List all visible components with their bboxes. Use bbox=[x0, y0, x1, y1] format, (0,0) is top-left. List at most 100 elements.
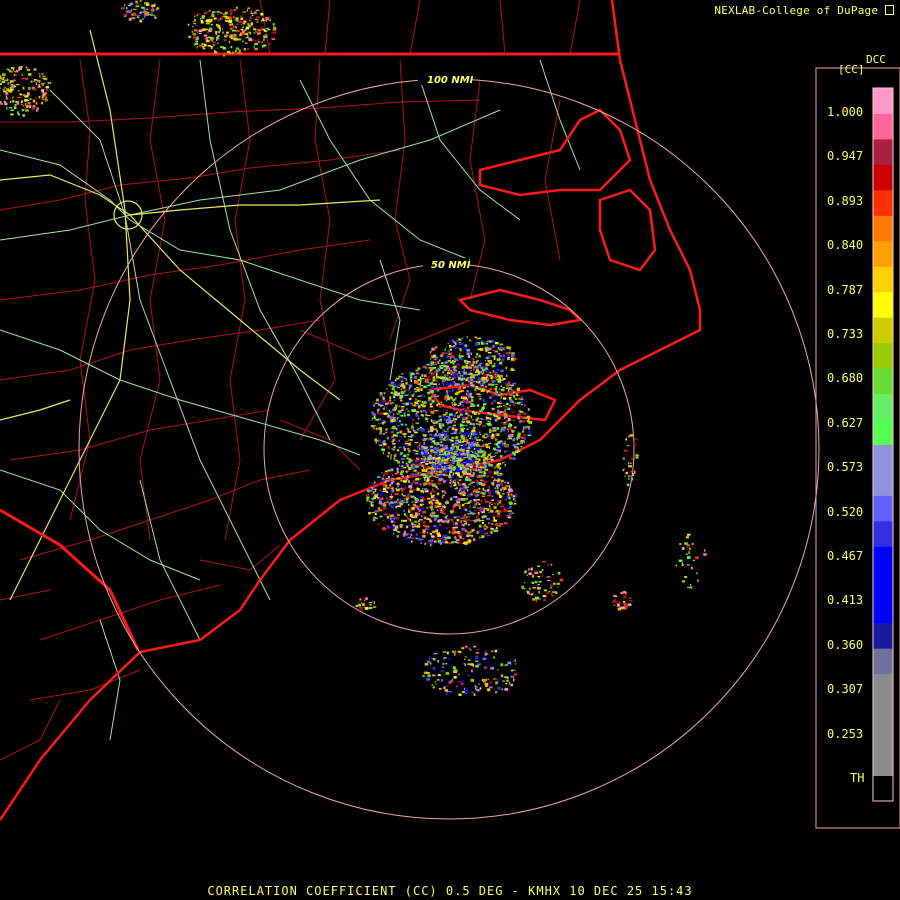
echo-pixel bbox=[547, 564, 550, 566]
echo-pixel bbox=[405, 501, 409, 503]
echo-pixel bbox=[382, 527, 386, 531]
echo-pixel bbox=[452, 446, 455, 450]
echo-pixel bbox=[238, 20, 242, 23]
legend-tick-label: 0.307 bbox=[827, 682, 864, 697]
echo-pixel bbox=[458, 342, 463, 345]
echo-pixel bbox=[429, 533, 432, 535]
echo-pixel bbox=[443, 480, 446, 483]
echo-pixel bbox=[14, 106, 17, 109]
echo-pixel bbox=[434, 410, 439, 412]
echo-pixel bbox=[476, 422, 481, 424]
echo-pixel bbox=[224, 35, 228, 38]
echo-pixel bbox=[462, 440, 464, 443]
echo-pixel bbox=[507, 427, 512, 430]
echo-pixel bbox=[499, 467, 502, 470]
echo-pixel bbox=[617, 603, 620, 607]
echo-pixel bbox=[377, 422, 382, 424]
echo-pixel bbox=[436, 370, 439, 372]
echo-pixel bbox=[416, 537, 419, 540]
legend-tick-label: 0.680 bbox=[827, 371, 864, 386]
echo-pixel bbox=[12, 96, 14, 99]
echo-pixel bbox=[488, 442, 491, 444]
echo-pixel bbox=[462, 508, 465, 510]
echo-pixel bbox=[236, 47, 239, 50]
echo-pixel bbox=[398, 439, 400, 442]
echo-pixel bbox=[456, 489, 459, 492]
echo-pixel bbox=[423, 449, 428, 453]
echo-pixel bbox=[144, 2, 146, 5]
echo-pixel bbox=[431, 434, 435, 438]
echo-pixel bbox=[499, 343, 504, 346]
echo-pixel bbox=[445, 503, 447, 506]
echo-pixel bbox=[469, 372, 473, 376]
echo-pixel bbox=[198, 29, 203, 33]
echo-pixel bbox=[496, 482, 500, 485]
echo-pixel bbox=[403, 454, 407, 458]
echo-pixel bbox=[377, 482, 379, 484]
echo-pixel bbox=[497, 401, 501, 405]
echo-pixel bbox=[455, 511, 457, 514]
legend-swatch bbox=[873, 113, 893, 140]
echo-pixel bbox=[138, 3, 141, 6]
echo-pixel bbox=[433, 437, 436, 439]
echo-pixel bbox=[490, 508, 492, 511]
echo-pixel bbox=[426, 428, 431, 431]
echo-pixel bbox=[444, 348, 446, 352]
echo-pixel bbox=[465, 693, 468, 695]
echo-pixel bbox=[686, 564, 690, 566]
echo-pixel bbox=[504, 499, 508, 501]
echo-pixel bbox=[510, 683, 513, 687]
echo-pixel bbox=[494, 467, 496, 469]
legend-tick-label: 0.840 bbox=[827, 238, 864, 253]
echo-pixel bbox=[473, 433, 478, 435]
echo-pixel bbox=[489, 489, 493, 493]
echo-pixel bbox=[507, 438, 509, 440]
legend-tick-label: 1.000 bbox=[827, 105, 864, 119]
echo-pixel bbox=[627, 453, 629, 456]
echo-pixel bbox=[454, 442, 459, 444]
echo-pixel bbox=[471, 669, 473, 673]
echo-pixel bbox=[453, 479, 457, 482]
echo-pixel bbox=[491, 482, 494, 485]
echo-pixel bbox=[22, 86, 25, 90]
echo-pixel bbox=[469, 351, 471, 355]
echo-pixel bbox=[454, 414, 456, 417]
echo-pixel bbox=[466, 519, 471, 521]
echo-pixel bbox=[457, 464, 462, 467]
echo-pixel bbox=[487, 678, 489, 680]
echo-pixel bbox=[463, 520, 466, 522]
echo-pixel bbox=[382, 519, 385, 521]
echo-pixel bbox=[486, 380, 488, 383]
echo-pixel bbox=[452, 389, 454, 392]
echo-pixel bbox=[464, 359, 467, 363]
echo-pixel bbox=[406, 427, 408, 430]
echo-pixel bbox=[32, 99, 36, 103]
echo-pixel bbox=[432, 440, 436, 444]
echo-pixel bbox=[479, 510, 482, 513]
echo-pixel bbox=[494, 452, 498, 454]
echo-pixel bbox=[407, 453, 410, 456]
echo-pixel bbox=[188, 35, 192, 38]
echo-pixel bbox=[229, 9, 233, 12]
echo-pixel bbox=[246, 9, 249, 12]
echo-pixel bbox=[424, 524, 426, 526]
echo-pixel bbox=[633, 470, 636, 474]
echo-pixel bbox=[494, 479, 498, 482]
echo-pixel bbox=[249, 31, 251, 35]
echo-pixel bbox=[506, 679, 509, 682]
echo-pixel bbox=[442, 429, 445, 431]
echo-pixel bbox=[430, 419, 433, 422]
echo-pixel bbox=[397, 531, 401, 533]
echo-pixel bbox=[428, 366, 433, 369]
echo-pixel bbox=[521, 420, 525, 422]
echo-pixel bbox=[396, 393, 400, 397]
echo-pixel bbox=[505, 444, 509, 447]
echo-pixel bbox=[407, 431, 411, 433]
echo-pixel bbox=[412, 480, 416, 482]
echo-pixel bbox=[499, 361, 503, 365]
echo-pixel bbox=[476, 450, 479, 453]
echo-pixel bbox=[391, 440, 394, 443]
echo-pixel bbox=[425, 471, 427, 474]
echo-pixel bbox=[441, 379, 446, 382]
echo-pixel bbox=[364, 600, 366, 602]
